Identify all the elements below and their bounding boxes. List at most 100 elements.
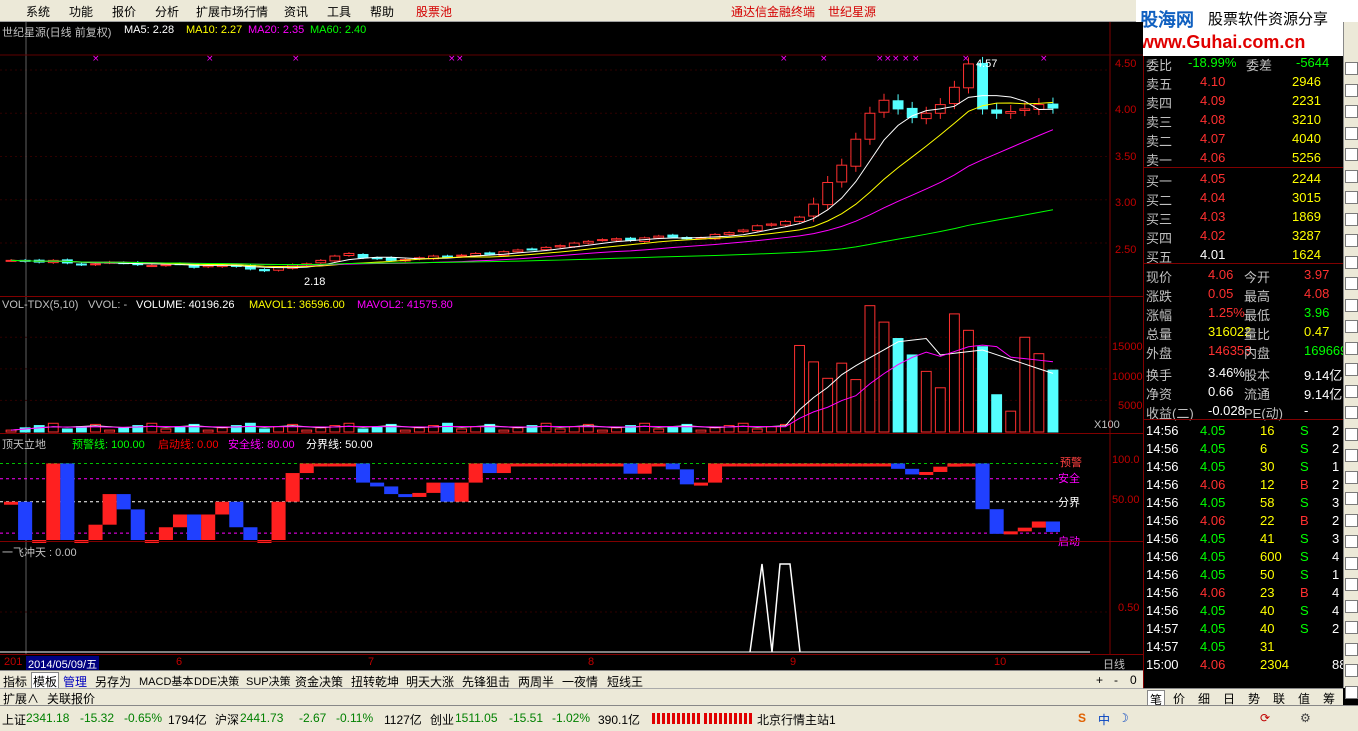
arrow-icon[interactable]	[1345, 277, 1358, 290]
volume-bar	[498, 429, 510, 433]
indicator-bar	[313, 463, 328, 467]
sz-index-amount: 1127亿	[384, 713, 422, 727]
divider	[1144, 167, 1344, 168]
tab-dde[interactable]: DDE决策	[194, 673, 239, 689]
low-price-label: 2.18	[304, 276, 326, 288]
indicator-bar	[130, 509, 145, 540]
menu-news[interactable]: 资讯	[284, 3, 308, 20]
tick-row-cell: 14:56	[1146, 459, 1179, 474]
zoom-reset-button[interactable]: 0	[1130, 673, 1137, 687]
rss-icon[interactable]	[1345, 255, 1358, 269]
tick-row-cell: 1	[1332, 567, 1340, 582]
input-method-icon[interactable]: S	[1078, 711, 1086, 725]
sell-level-row: 卖二 4.07 4040	[1144, 130, 1344, 149]
warn-line-label: 预警线: 100.00	[72, 439, 145, 451]
fiz-icon[interactable]	[1345, 427, 1358, 441]
menu-extended-market[interactable]: 扩展市场行情	[196, 3, 268, 20]
moon-icon[interactable]: ☽	[1118, 711, 1129, 725]
arrow-icon[interactable]	[1345, 513, 1358, 527]
buy-level-row: 买四 4.02 3287	[1144, 227, 1344, 246]
server-name[interactable]: 北京行情主站1	[757, 711, 836, 728]
table-icon[interactable]	[1345, 169, 1358, 183]
menu-icon[interactable]	[1345, 449, 1358, 462]
menu-quote[interactable]: 报价	[112, 3, 136, 20]
quote-row-cell: 流通	[1244, 387, 1271, 402]
indicator-bar	[370, 482, 385, 487]
pattern-mark: ×	[876, 54, 884, 64]
date-axis: 201 2014/05/09/五 6 7 8 9 10 日线	[0, 654, 1143, 672]
menu-system[interactable]: 系统	[26, 3, 50, 20]
candle-body	[90, 263, 101, 266]
volume-bar	[343, 422, 355, 433]
tab-macd[interactable]: MACD基本	[139, 673, 193, 689]
fly-signal-line	[749, 563, 801, 653]
tick-row-cell: 40	[1260, 603, 1275, 618]
chart-icon[interactable]	[1345, 298, 1358, 312]
info-icon[interactable]	[1345, 234, 1358, 247]
menu-icon[interactable]	[1345, 212, 1358, 226]
trend-icon[interactable]	[1345, 599, 1358, 613]
stock-pool-button[interactable]: 股票池	[416, 3, 452, 20]
ma20-line	[11, 129, 1054, 266]
table-icon[interactable]	[1345, 642, 1358, 656]
price-tick: 3.50	[1115, 151, 1137, 163]
fiz-icon[interactable]	[1345, 664, 1358, 677]
sell-level-row-cell: 2231	[1292, 93, 1321, 108]
buy-level-row-cell: 1624	[1292, 247, 1321, 262]
chinese-mode-icon[interactable]: 中	[1098, 711, 1110, 728]
quote-row-cell: 0.66	[1208, 384, 1234, 399]
indicator-bar	[975, 463, 990, 510]
indicator-bar	[46, 463, 61, 540]
line-icon[interactable]	[1345, 578, 1358, 591]
bar-icon[interactable]	[1345, 621, 1358, 634]
tick-row-cell: 14:56	[1146, 513, 1179, 528]
tick-row-cell: 30	[1260, 459, 1275, 474]
date-tick: 9	[790, 656, 797, 668]
menu-analysis[interactable]: 分析	[155, 3, 179, 20]
tick-row-cell: 4	[1332, 585, 1340, 600]
table-icon[interactable]	[1345, 406, 1358, 419]
tab-sup[interactable]: SUP决策	[246, 673, 291, 689]
chart-icon[interactable]	[1345, 535, 1358, 548]
line-icon[interactable]	[1345, 341, 1358, 355]
tick-row-cell: 22	[1260, 513, 1275, 528]
trend-icon[interactable]	[1345, 363, 1358, 376]
zoom-in-button[interactable]: +	[1096, 673, 1103, 687]
menu-tools[interactable]: 工具	[327, 3, 351, 20]
trend-icon[interactable]	[1345, 126, 1358, 140]
price-tick: 4.00	[1115, 104, 1137, 116]
volume-bar	[751, 428, 763, 433]
quote-row-cell: 涨跌	[1146, 289, 1173, 304]
tick-row-cell: 4.05	[1200, 549, 1226, 564]
buy-level-row: 买二 4.04 3015	[1144, 189, 1344, 208]
safe-tag: 安全	[1058, 473, 1080, 485]
order-ratio-row-cell: -18.99%	[1188, 55, 1237, 70]
panel-separator	[0, 433, 1143, 434]
indicator-bar	[271, 501, 286, 540]
refresh-icon[interactable]: ⟳	[1260, 711, 1270, 725]
menu-icon[interactable]	[1345, 685, 1358, 699]
settings-icon[interactable]: ⚙	[1300, 711, 1311, 725]
candle-body	[146, 265, 158, 268]
grid-icon[interactable]	[1345, 556, 1358, 570]
chart-svg[interactable]: × × × × × × × × × × × × × ×	[0, 22, 1143, 654]
chart-area[interactable]: × × × × × × × × × × × × × × 世纪星源(日线 前复权) MA5: 2.28 MA…	[0, 22, 1143, 654]
bar-icon[interactable]	[1345, 148, 1358, 161]
indicator-bar	[412, 492, 427, 497]
line-icon[interactable]	[1345, 105, 1358, 118]
rss-icon[interactable]	[1345, 492, 1358, 505]
chart-icon[interactable]	[1345, 62, 1358, 75]
grid-icon[interactable]	[1345, 83, 1358, 97]
candle-body	[836, 164, 848, 183]
indicator-bar	[327, 463, 342, 467]
indicator-bar	[539, 463, 554, 467]
grid-icon[interactable]	[1345, 320, 1358, 333]
fiz-icon[interactable]	[1345, 191, 1358, 204]
divider	[1144, 263, 1344, 264]
menu-help[interactable]: 帮助	[370, 3, 394, 20]
info-icon[interactable]	[1345, 470, 1358, 484]
menu-function[interactable]: 功能	[69, 3, 93, 20]
zoom-out-button[interactable]: -	[1114, 673, 1118, 687]
bar-icon[interactable]	[1345, 384, 1358, 398]
sz-index-pct: -0.11%	[336, 711, 374, 725]
